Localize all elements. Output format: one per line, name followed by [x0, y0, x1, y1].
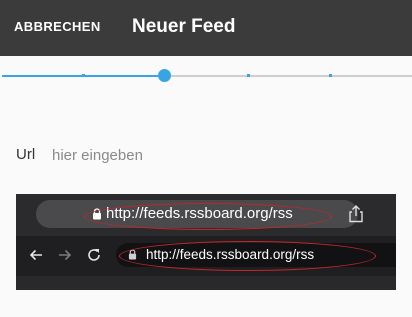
stepper-line-step-6	[332, 75, 412, 77]
desktop-address-bar: http://feeds.rssboard.org/rss	[116, 243, 396, 267]
stepper-current-step[interactable]	[158, 69, 171, 82]
desktop-url-text: http://feeds.rssboard.org/rss	[146, 247, 315, 262]
mobile-address-bar: http://feeds.rssboard.org/rss	[36, 200, 363, 228]
mobile-url-text: http://feeds.rssboard.org/rss	[106, 205, 293, 222]
stepper-line-step-4	[171, 75, 247, 77]
page-title: Neuer Feed	[132, 16, 236, 37]
reload-icon	[88, 249, 100, 261]
back-arrow-icon	[29, 249, 42, 261]
app-bar: ABBRECHEN Neuer Feed	[0, 0, 412, 56]
stepper-line-step-5	[250, 75, 329, 77]
url-label: Url	[16, 146, 36, 163]
lock-icon	[93, 208, 101, 220]
stepper-line-step-1	[2, 75, 82, 77]
lock-icon	[128, 249, 137, 260]
forward-arrow-icon	[59, 249, 72, 261]
url-input[interactable]	[47, 141, 392, 169]
browser-content-strip	[16, 276, 396, 290]
mobile-browser-bar: http://feeds.rssboard.org/rss	[16, 194, 396, 236]
desktop-browser-bar: http://feeds.rssboard.org/rss	[16, 240, 396, 271]
stepper-line-step-2	[85, 75, 158, 77]
progress-stepper	[0, 66, 412, 86]
share-icon	[349, 205, 363, 223]
cancel-button[interactable]: ABBRECHEN	[14, 19, 101, 34]
url-bar-illustration: http://feeds.rssboard.org/rss http://fee…	[16, 194, 396, 290]
